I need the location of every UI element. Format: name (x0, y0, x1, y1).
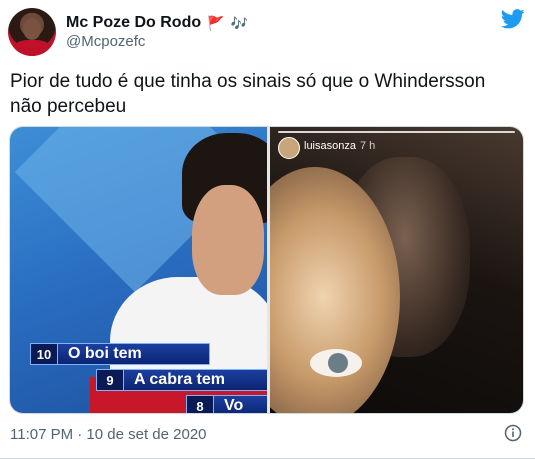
twitter-bird-icon[interactable] (501, 9, 525, 29)
media-image-left[interactable]: 10 O boi tem 9 A cabra tem 8 Vo (10, 127, 267, 413)
tweet-card: Mc Poze Do Rodo 🚩 🎶 @Mcpozefc Pior de tu… (0, 0, 535, 459)
avatar-shirt (12, 40, 52, 56)
author-handle[interactable]: @Mcpozefc (66, 33, 145, 50)
question-number: 10 (31, 344, 58, 364)
media-image-right[interactable]: luisasonza 7 h (270, 127, 523, 413)
tweet-text: Pior de tudo é que tinha os sinais só qu… (10, 71, 486, 117)
question-text: O boi tem (68, 345, 142, 362)
iris (328, 353, 348, 373)
story-user-label: luisasonza 7 h (304, 140, 375, 152)
story-time: 7 h (359, 140, 376, 152)
question-text: Vo (224, 397, 244, 413)
author-name-row: Mc Poze Do Rodo 🚩 🎶 (66, 13, 248, 33)
person-face (192, 185, 264, 295)
question-text: A cabra tem (134, 371, 225, 388)
tweet-timestamp[interactable]: 11:07 PM · 10 de set de 2020 (10, 426, 207, 443)
story-avatar (278, 137, 300, 159)
tweet-media[interactable]: 10 O boi tem 9 A cabra tem 8 Vo luisason… (9, 126, 524, 414)
story-progress-bar (278, 131, 515, 133)
author-display-name[interactable]: Mc Poze Do Rodo (66, 14, 201, 32)
question-bar: 10 O boi tem (30, 343, 210, 365)
music-notes-emoji: 🎶 (230, 15, 248, 31)
avatar-face (23, 18, 41, 40)
flag-emoji: 🚩 (207, 15, 225, 31)
story-username: luisasonza (304, 140, 356, 152)
avatar[interactable] (8, 8, 56, 56)
question-number: 8 (187, 396, 214, 413)
question-bar: 8 Vo (186, 395, 267, 413)
question-bar: 9 A cabra tem (96, 369, 267, 391)
question-number: 9 (97, 370, 124, 390)
info-icon[interactable] (504, 424, 522, 442)
